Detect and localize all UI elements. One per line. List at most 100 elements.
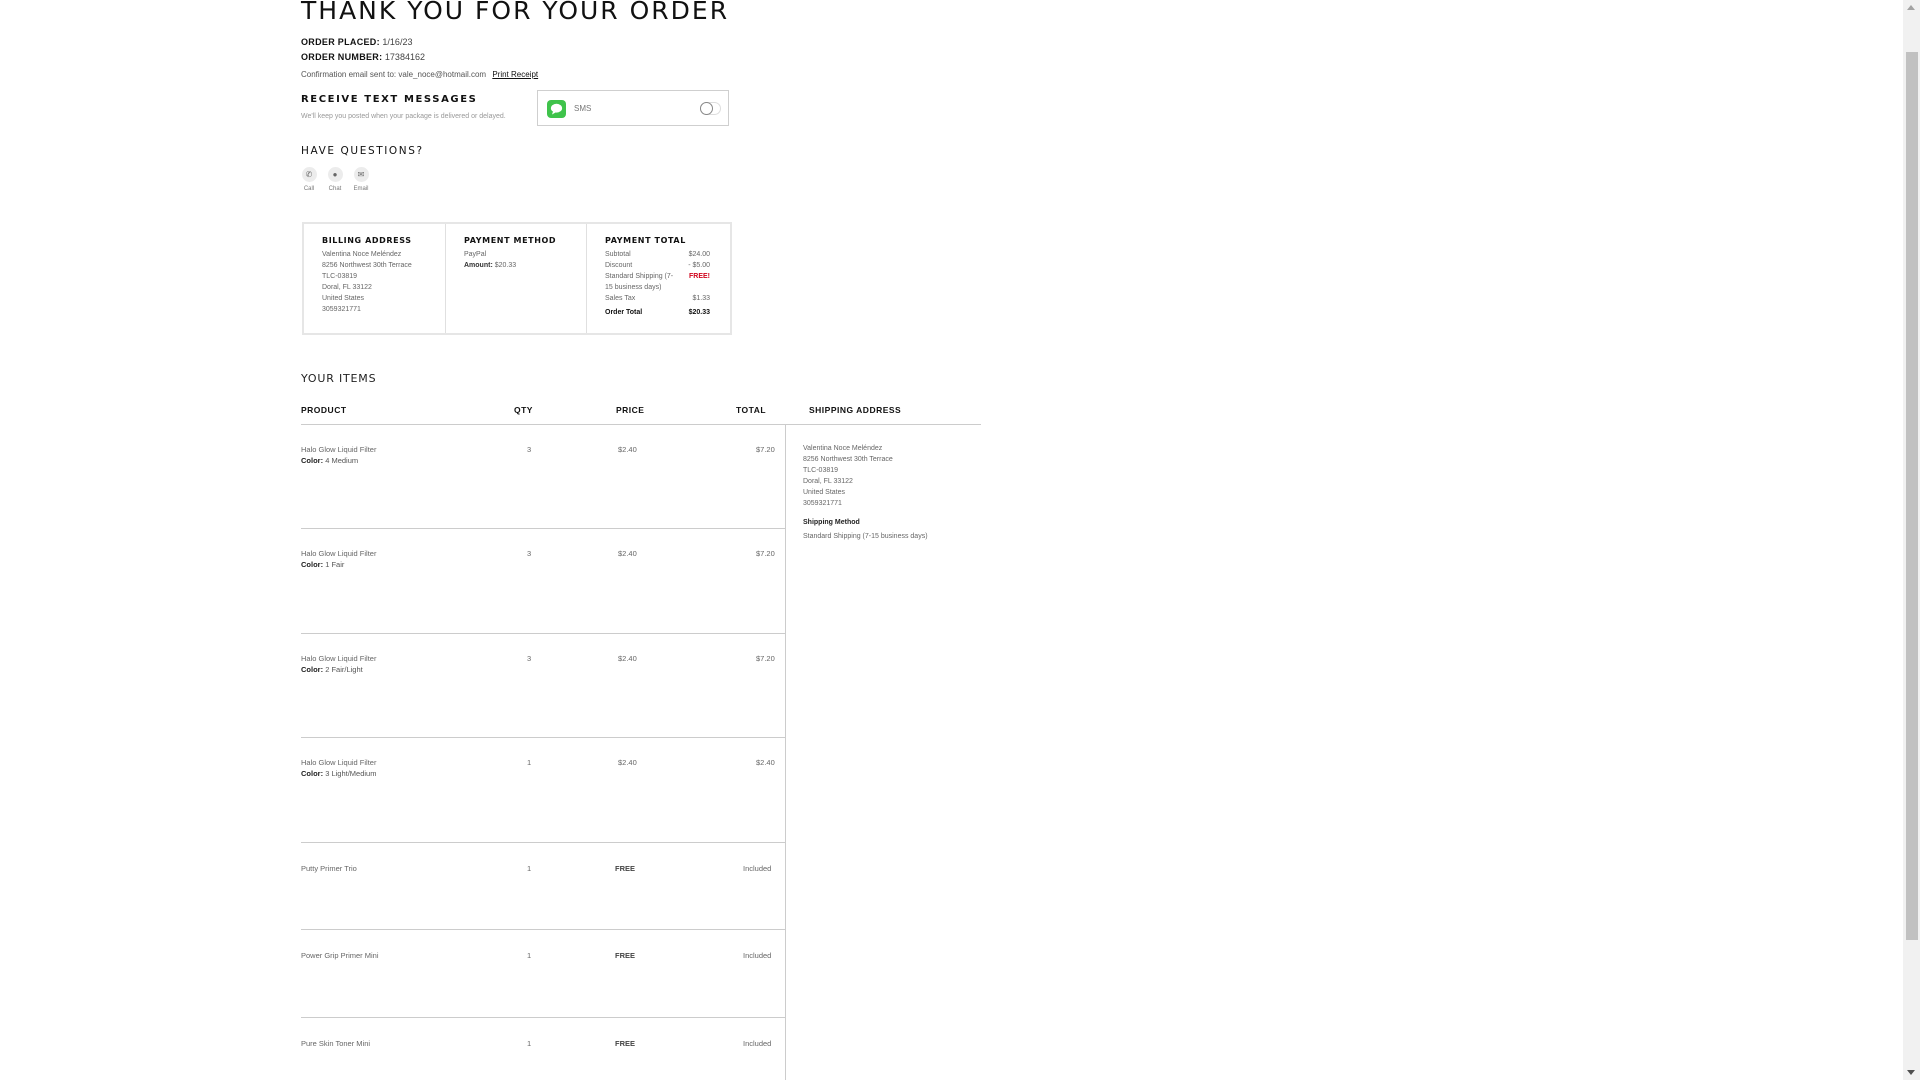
color-value: 2 Fair/Light xyxy=(325,665,363,674)
col-shipping-address: SHIPPING ADDRESS xyxy=(809,405,902,415)
price-value: FREE xyxy=(615,1039,636,1048)
shipping-value: FREE! xyxy=(689,273,710,280)
shipping-line: Valentina Noce Meléndez xyxy=(803,445,883,452)
table-row: Halo Glow Liquid Filter Color: 4 Medium … xyxy=(301,425,785,529)
email-button[interactable]: ✉ Email xyxy=(349,167,373,192)
shipping-label-cont: 15 business days) xyxy=(605,284,662,291)
product-name: Power Grip Primer Mini xyxy=(301,951,379,960)
table-row: Halo Glow Liquid Filter Color: 3 Light/M… xyxy=(301,738,785,843)
total-value: Included xyxy=(743,951,772,960)
phone-icon: ✆ xyxy=(301,167,317,182)
confirmation-line: Confirmation email sent to: vale_noce@ho… xyxy=(301,70,538,79)
sms-opt-in: SMS xyxy=(537,90,729,126)
table-row: Halo Glow Liquid Filter Color: 1 Fair 3 … xyxy=(301,529,785,634)
qty-value: 1 xyxy=(527,758,532,767)
shipping-line: United States xyxy=(803,489,846,496)
total-value: $2.40 xyxy=(756,758,775,767)
payment-amount: Amount: $20.33 xyxy=(464,260,586,271)
discount-row: Discount - $5.00 xyxy=(605,260,710,271)
chat-label: Chat xyxy=(328,186,342,192)
product-name: Pure Skin Toner Mini xyxy=(301,1039,371,1048)
scrollbar-thumb[interactable] xyxy=(1906,52,1918,940)
payment-total-panel: PAYMENT TOTAL Subtotal $24.00 Discount -… xyxy=(586,224,730,333)
qty-value: 3 xyxy=(527,654,532,663)
billing-line: TLC-03819 xyxy=(322,273,358,280)
color-value: 1 Fair xyxy=(325,560,345,569)
product-name: Halo Glow Liquid Filter xyxy=(301,758,377,767)
billing-heading: BILLING ADDRESS xyxy=(322,236,412,245)
payment-total-heading: PAYMENT TOTAL xyxy=(605,236,686,245)
shipping-line: TLC-03819 xyxy=(803,467,839,474)
product-name: Putty Primer Trio xyxy=(301,864,357,873)
price-value: $2.40 xyxy=(618,758,637,767)
text-messages-heading: RECEIVE TEXT MESSAGES xyxy=(301,94,478,105)
order-placed-value: 1/16/23 xyxy=(382,37,413,47)
color-label: Color: xyxy=(301,665,324,674)
sms-label: SMS xyxy=(574,104,592,113)
table-row: Putty Primer Trio 1 FREE Included xyxy=(301,843,785,930)
subtotal-row: Subtotal $24.00 xyxy=(605,249,710,260)
shipping-method-value: Standard Shipping (7-15 business days) xyxy=(803,533,928,540)
product-color: Color: 4 Medium xyxy=(301,456,358,465)
amount-label: Amount: xyxy=(464,262,493,269)
chat-button[interactable]: ● Chat xyxy=(323,167,347,192)
product-name: Halo Glow Liquid Filter xyxy=(301,549,377,558)
col-product: PRODUCT xyxy=(301,405,347,415)
shipping-line: 3059321771 xyxy=(803,500,842,507)
shipping-row: Standard Shipping (7- FREE! xyxy=(605,271,710,282)
qty-value: 3 xyxy=(527,549,532,558)
table-row: Power Grip Primer Mini 1 FREE Included xyxy=(301,930,785,1018)
qty-value: 3 xyxy=(527,445,532,454)
col-price: PRICE xyxy=(616,405,645,415)
billing-line: 8256 Northwest 30th Terrace xyxy=(322,262,412,269)
billing-line: United States xyxy=(322,295,365,302)
order-total-row: Order Total $20.33 xyxy=(605,307,710,318)
payment-method-heading: PAYMENT METHOD xyxy=(464,236,557,245)
color-value: 3 Light/Medium xyxy=(325,769,377,778)
col-total: TOTAL xyxy=(736,405,767,415)
print-receipt-link[interactable]: Print Receipt xyxy=(492,70,538,79)
product-color: Color: 1 Fair xyxy=(301,560,344,569)
payment-method-panel: PAYMENT METHOD PayPal Amount: $20.33 xyxy=(445,224,586,333)
tax-value: $1.33 xyxy=(692,295,710,302)
questions-heading: HAVE QUESTIONS? xyxy=(301,145,424,157)
confirmation-text: Confirmation email sent to: vale_noce@ho… xyxy=(301,70,487,79)
amount-value: $20.33 xyxy=(494,262,517,269)
color-label: Color: xyxy=(301,560,324,569)
shipping-line: 8256 Northwest 30th Terrace xyxy=(803,456,893,463)
call-button[interactable]: ✆ Call xyxy=(297,167,321,192)
order-placed-label: ORDER PLACED: xyxy=(301,37,380,47)
scroll-up-arrow-icon[interactable] xyxy=(1907,5,1915,10)
order-number: ORDER NUMBER: 17384162 xyxy=(301,52,425,62)
price-value: FREE xyxy=(615,951,636,960)
color-label: Color: xyxy=(301,769,324,778)
call-label: Call xyxy=(303,186,315,192)
subtotal-value: $24.00 xyxy=(688,251,710,258)
order-total-value: $20.33 xyxy=(688,309,710,316)
qty-value: 1 xyxy=(527,1039,532,1048)
shipping-label: Standard Shipping (7- xyxy=(605,273,674,280)
toggle-knob xyxy=(700,102,713,115)
vertical-scrollbar[interactable] xyxy=(1903,0,1920,1080)
shipping-method-heading: Shipping Method xyxy=(803,519,860,526)
total-value: Included xyxy=(743,1039,772,1048)
tax-row: Sales Tax $1.33 xyxy=(605,293,710,304)
tax-label: Sales Tax xyxy=(605,295,636,302)
order-placed: ORDER PLACED: 1/16/23 xyxy=(301,37,412,47)
table-row: Pure Skin Toner Mini 1 FREE Included xyxy=(301,1018,785,1080)
column-divider xyxy=(785,425,786,1080)
scroll-down-arrow-icon[interactable] xyxy=(1907,1070,1915,1075)
chat-icon: ● xyxy=(327,167,343,182)
total-value: $7.20 xyxy=(756,445,775,454)
total-value: $7.20 xyxy=(756,549,775,558)
email-icon: ✉ xyxy=(353,167,369,182)
subtotal-label: Subtotal xyxy=(605,251,631,258)
col-qty: QTY xyxy=(514,405,533,415)
order-number-label: ORDER NUMBER: xyxy=(301,52,383,62)
billing-address-panel: BILLING ADDRESS Valentina Noce Meléndez … xyxy=(304,224,445,333)
items-heading: YOUR ITEMS xyxy=(301,372,377,385)
product-name: Halo Glow Liquid Filter xyxy=(301,445,377,454)
price-value: FREE xyxy=(615,864,636,873)
shipping-row-cont: 15 business days) xyxy=(605,282,710,293)
sms-toggle[interactable] xyxy=(700,102,721,115)
